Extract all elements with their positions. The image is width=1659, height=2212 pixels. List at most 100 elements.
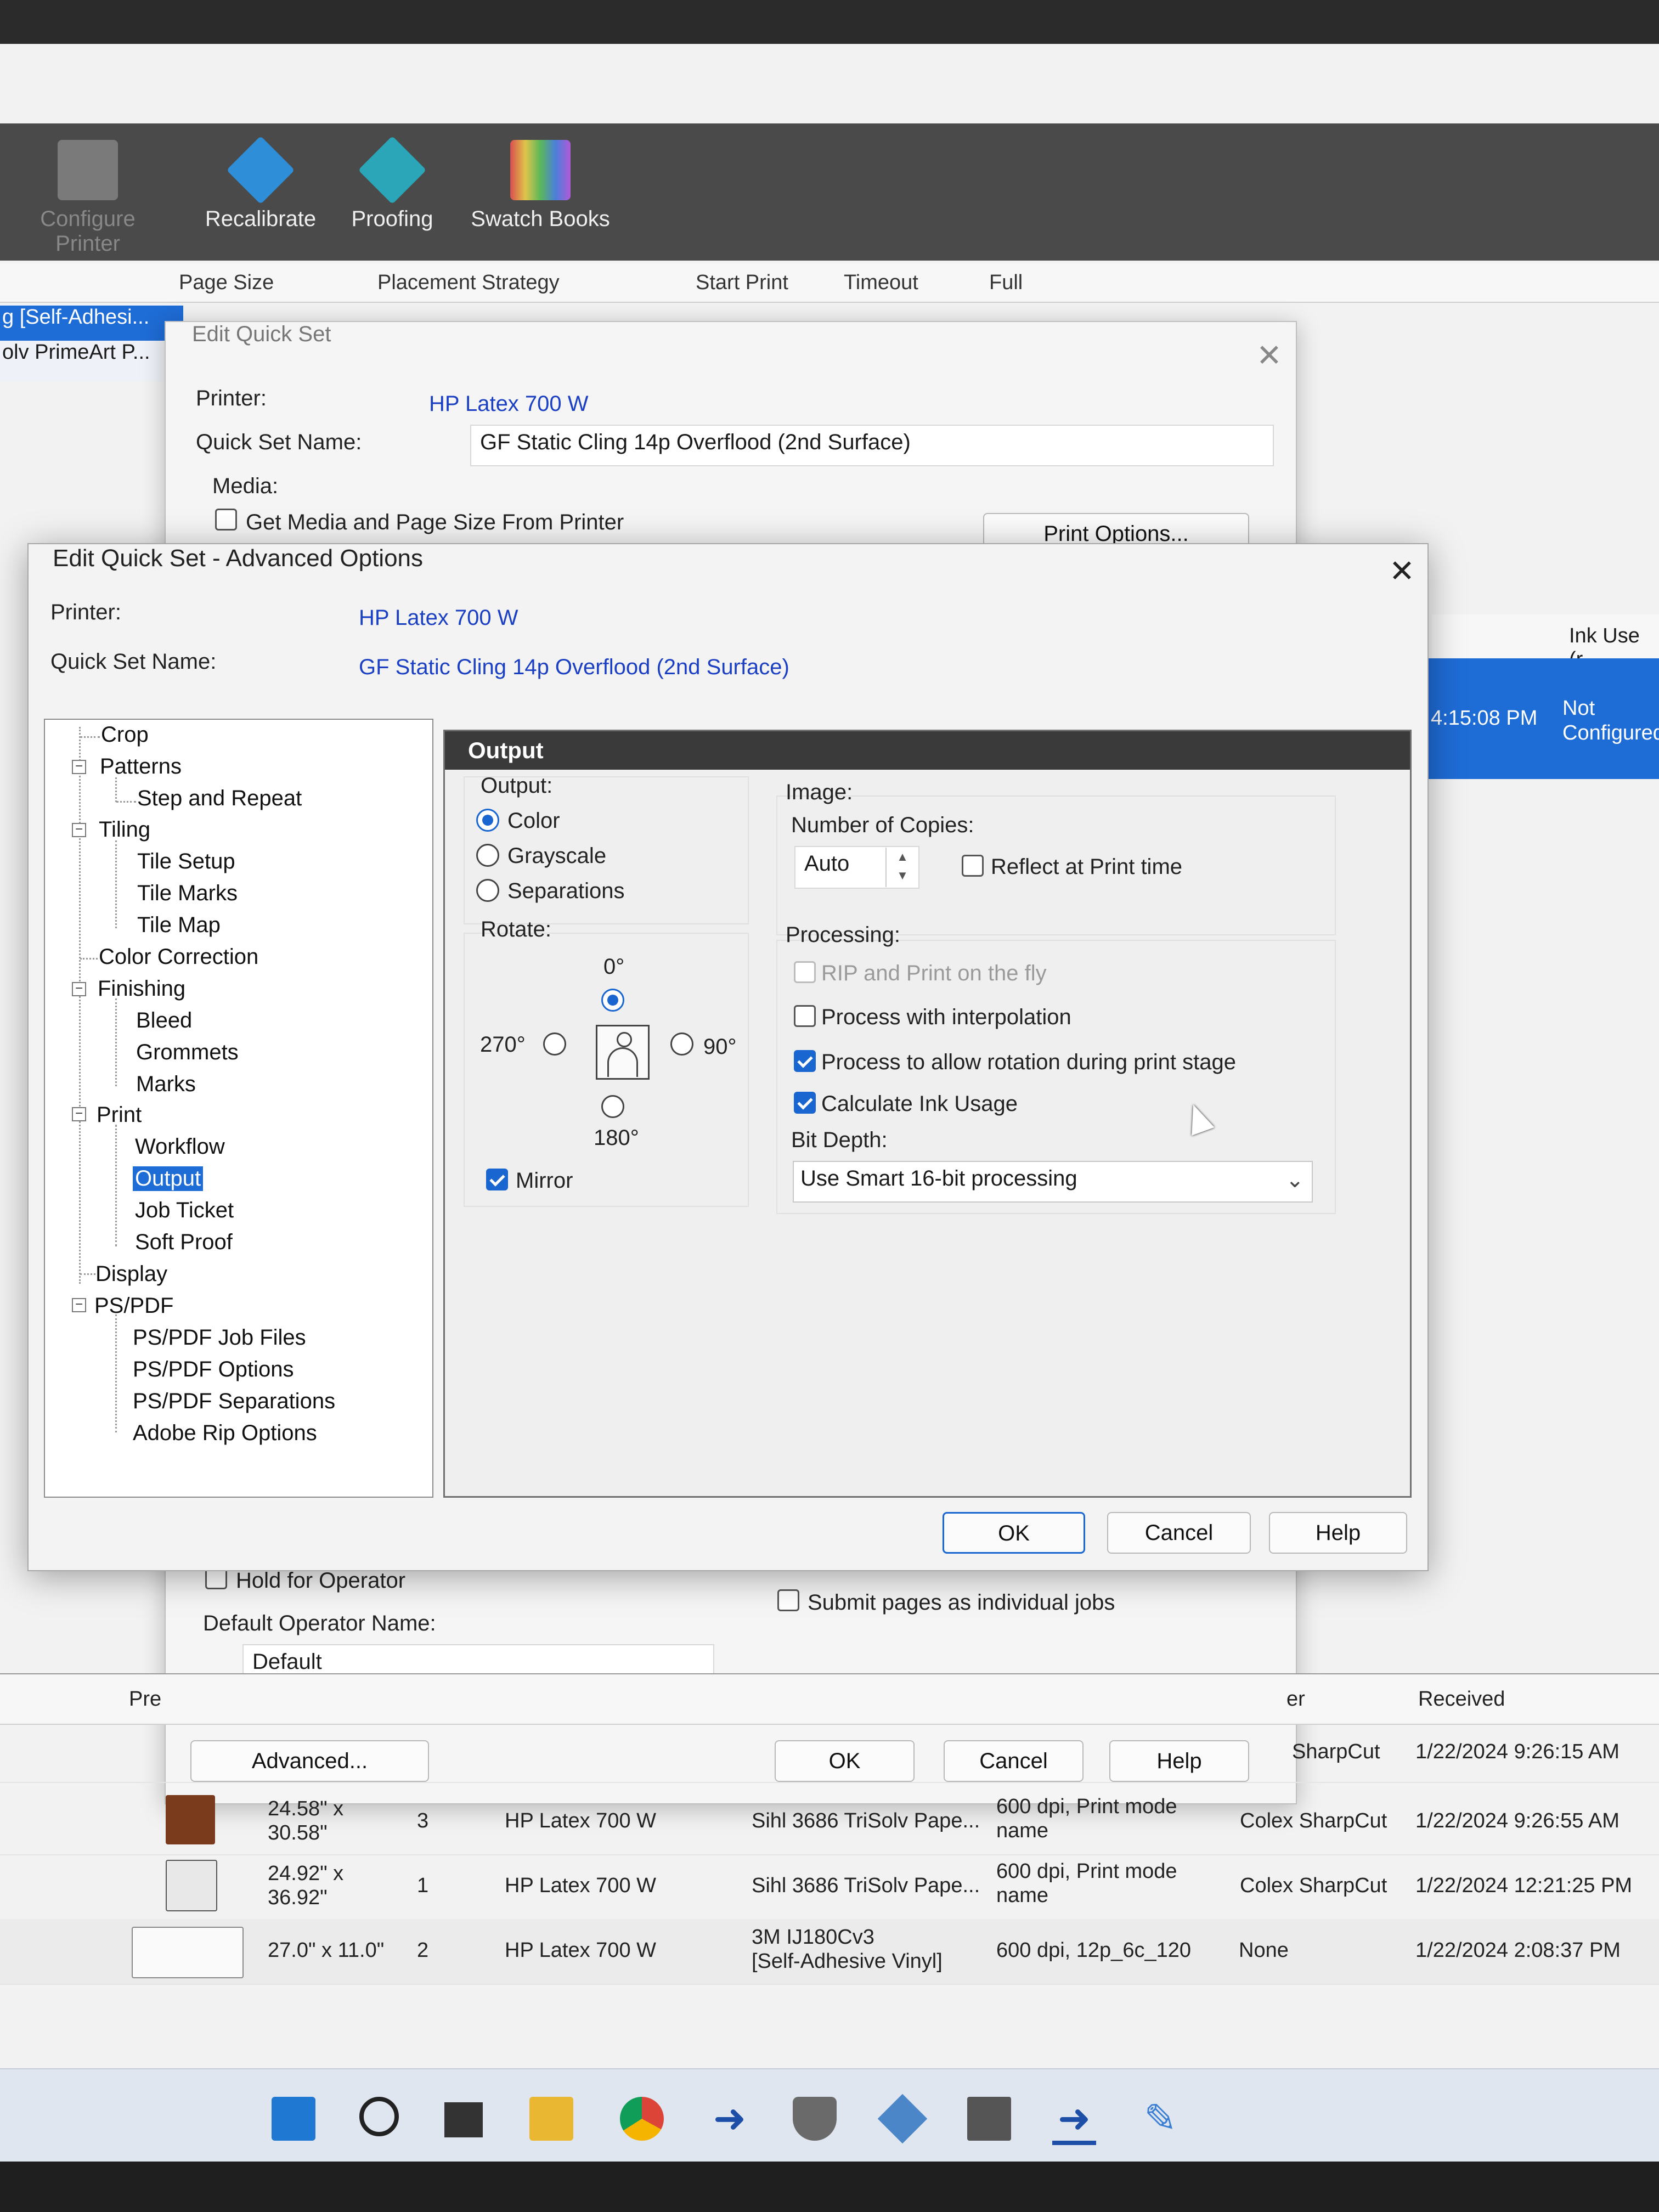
windows-start-icon[interactable] [272,2097,315,2141]
rotate-270-radio[interactable] [543,1032,566,1056]
help-button[interactable]: Help [1269,1512,1407,1554]
tree-item-tile-marks[interactable]: Tile Marks [137,881,238,906]
chrome-icon[interactable] [620,2097,664,2141]
col-cutter[interactable]: er [1286,1686,1305,1712]
rotate-180-radio[interactable] [601,1095,624,1118]
collapse-toggle[interactable]: − [72,760,86,774]
table-row[interactable]: 27.0" x 11.0" 2 HP Latex 700 W 3M IJ180C… [0,1919,1659,1985]
rip-fly-label: RIP and Print on the fly [821,961,1047,985]
size-cell-2: 30.58" [268,1821,328,1844]
tree-item-tiling[interactable]: Tiling [99,817,150,842]
rotate-0-radio[interactable] [601,989,624,1012]
calculator-icon[interactable] [967,2097,1011,2141]
shield-app-icon[interactable] [793,2097,837,2141]
gear-app-icon[interactable] [877,2094,928,2144]
tree-line [115,777,117,802]
tree-item-color-correction[interactable]: Color Correction [99,945,258,969]
col-ink-use[interactable]: Ink Use (r [1432,614,1659,671]
tree-item-pspdf-options[interactable]: PS/PDF Options [133,1357,294,1382]
monitor-bezel-top [0,0,1659,44]
tree-item-crop[interactable]: Crop [101,723,149,747]
chevron-down-icon: ⌄ [1285,1168,1304,1192]
selected-job-row[interactable]: 4:15:08 PM Not Configured [1426,658,1659,779]
mode-cell-2: name [996,1819,1049,1842]
file-explorer-icon[interactable] [529,2097,573,2141]
arrow-app-active-icon[interactable]: ➜ [1052,2097,1096,2145]
swatch-books-button[interactable]: Swatch Books [469,140,612,232]
configure-printer-button[interactable]: Configure Printer [16,140,159,256]
bit-depth-select[interactable]: Use Smart 16-bit processing ⌄ [793,1161,1313,1203]
tree-item-tile-map[interactable]: Tile Map [137,913,221,938]
hold-for-operator-label: Hold for Operator [236,1568,406,1593]
tree-item-bleed[interactable]: Bleed [136,1008,192,1033]
ok-button[interactable]: OK [943,1512,1085,1554]
interpolation-checkbox[interactable] [794,1005,816,1027]
portrait-orientation-icon [596,1025,650,1080]
submit-individual-label: Submit pages as individual jobs [808,1590,1115,1615]
search-icon[interactable] [359,2097,399,2136]
ink-usage-checkbox[interactable] [794,1092,816,1114]
close-icon[interactable]: ✕ [1389,553,1415,589]
toolbar-ribbon: Configure Printer Recalibrate Proofing S… [0,123,1659,261]
tree-item-workflow[interactable]: Workflow [135,1135,225,1159]
tree-item-marks[interactable]: Marks [136,1072,196,1097]
col-placement-strategy[interactable]: Placement Strategy [377,271,560,295]
proofing-button[interactable]: Proofing [321,136,464,232]
col-preview[interactable]: Pre [129,1686,161,1712]
rotate-270-label: 270° [480,1032,526,1057]
col-page-size[interactable]: Page Size [179,271,274,295]
collapse-toggle[interactable]: − [72,823,86,837]
reflect-checkbox[interactable] [962,855,984,877]
recalibrate-button[interactable]: Recalibrate [189,136,332,232]
output-separations-radio[interactable] [476,879,499,902]
tree-item-grommets[interactable]: Grommets [136,1040,239,1065]
tree-item-pspdf-separations[interactable]: PS/PDF Separations [133,1389,335,1414]
quickset-name-label: Quick Set Name: [50,650,217,674]
close-icon[interactable]: ✕ [1256,337,1282,374]
tree-item-finishing[interactable]: Finishing [98,977,185,1001]
collapse-toggle[interactable]: − [72,1298,86,1312]
tree-item-output[interactable]: Output [133,1166,204,1191]
stepper-arrows-icon[interactable]: ▲ ▼ [885,848,918,887]
tree-item-step-and-repeat[interactable]: Step and Repeat [137,786,302,811]
received-cell: 1/22/2024 9:26:15 AM [1415,1740,1620,1763]
tree-item-job-ticket[interactable]: Job Ticket [135,1198,234,1223]
table-row[interactable]: 24.92" x 36.92" 1 HP Latex 700 W Sihl 36… [0,1854,1659,1920]
printer-label: Printer: [50,600,121,624]
output-color-radio[interactable] [476,809,499,832]
printer-value: HP Latex 700 W [359,606,518,630]
tree-item-adobe-rip-options[interactable]: Adobe Rip Options [133,1421,317,1446]
cutter-cell: SharpCut [1292,1740,1380,1763]
tree-item-patterns[interactable]: Patterns [100,754,182,779]
arrow-app-icon[interactable]: ➜ [708,2097,752,2141]
collapse-toggle[interactable]: − [72,1107,86,1121]
task-view-icon[interactable] [444,2102,483,2137]
collapse-toggle[interactable]: − [72,982,86,996]
col-timeout[interactable]: Timeout [844,271,918,295]
tree-item-display[interactable]: Display [95,1262,167,1286]
tree-item-pspdf-job-files[interactable]: PS/PDF Job Files [133,1325,306,1350]
table-row[interactable]: 24.58" x 30.58" 3 HP Latex 700 W Sihl 36… [0,1790,1659,1855]
col-received[interactable]: Received [1418,1686,1505,1712]
col-full[interactable]: Full [989,271,1023,295]
tool-app-icon[interactable]: ✎ [1138,2097,1182,2141]
tree-item-print[interactable]: Print [97,1103,142,1127]
rotation-checkbox[interactable] [794,1050,816,1072]
quickset-name-field[interactable]: GF Static Cling 14p Overflood (2nd Surfa… [470,425,1274,466]
col-start-print[interactable]: Start Print [696,271,788,295]
get-media-checkbox[interactable] [215,509,237,531]
tree-line [80,1273,95,1275]
output-grayscale-radio[interactable] [476,844,499,867]
cancel-button[interactable]: Cancel [1107,1512,1251,1554]
submit-individual-checkbox[interactable] [777,1589,799,1611]
mirror-checkbox[interactable] [486,1169,508,1190]
bit-depth-label: Bit Depth: [791,1128,888,1152]
tree-item-pspdf[interactable]: PS/PDF [94,1294,173,1318]
rip-fly-checkbox[interactable] [794,961,816,983]
list-item[interactable]: olv PrimeArt P... [0,341,183,376]
tree-item-tile-setup[interactable]: Tile Setup [137,849,235,874]
list-item[interactable]: g [Self-Adhesi... [0,306,183,341]
table-row[interactable]: SharpCut 1/22/2024 9:26:15 AM [0,1723,1659,1783]
rotate-90-radio[interactable] [670,1032,693,1056]
tree-item-soft-proof[interactable]: Soft Proof [135,1230,233,1255]
